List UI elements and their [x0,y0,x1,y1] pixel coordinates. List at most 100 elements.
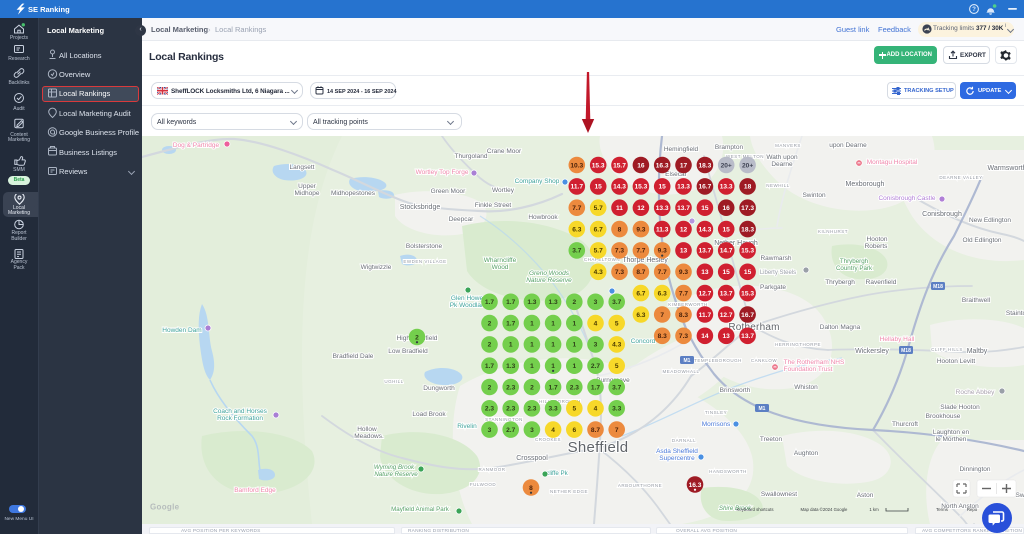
svg-text:8.7: 8.7 [591,427,600,434]
svg-text:16.7: 16.7 [698,184,711,191]
svg-text:13.3: 13.3 [677,184,690,191]
svg-text:New Edlington: New Edlington [969,217,1011,224]
svg-text:6.3: 6.3 [658,290,667,297]
svg-text:Bamford Edge: Bamford Edge [234,487,276,494]
svg-text:Montagu Hospital: Montagu Hospital [867,159,918,166]
svg-text:16.3: 16.3 [689,482,702,489]
svg-text:6.7: 6.7 [636,290,645,297]
svg-text:Rock Formation: Rock Formation [217,415,263,422]
svg-text:15: 15 [659,184,667,191]
svg-text:2.3: 2.3 [506,406,515,413]
svg-text:Google: Google [150,503,180,512]
svg-text:11: 11 [616,205,623,212]
svg-text:13.7: 13.7 [698,248,711,255]
svg-text:Conisbrough Castle: Conisbrough Castle [878,195,935,202]
svg-text:CLIFF HILLS: CLIFF HILLS [931,347,963,352]
svg-text:Bolsterstone: Bolsterstone [406,243,443,250]
svg-text:1: 1 [551,342,555,349]
svg-text:1.3: 1.3 [549,299,558,306]
svg-text:18: 18 [744,184,752,191]
svg-text:14.7: 14.7 [720,248,733,255]
svg-text:10.3: 10.3 [570,162,583,169]
svg-text:Rawmarsh: Rawmarsh [760,255,791,262]
svg-text:Conisbrough: Conisbrough [922,211,962,218]
svg-text:Roberts: Roberts [865,243,889,250]
svg-text:Wharncliffe: Wharncliffe [484,257,517,264]
svg-text:16: 16 [637,162,645,169]
svg-text:2: 2 [488,320,492,327]
svg-text:Swinton: Swinton [802,192,826,199]
svg-text:Roche Abbey: Roche Abbey [956,389,995,396]
svg-text:6.3: 6.3 [572,226,581,233]
svg-text:7.3: 7.3 [615,248,624,255]
svg-text:Warmsworth: Warmsworth [987,165,1024,172]
svg-text:2.3: 2.3 [527,406,536,413]
svg-text:12: 12 [680,226,688,233]
svg-text:7.3: 7.3 [615,269,624,276]
svg-text:1: 1 [509,342,513,349]
svg-text:7.7: 7.7 [658,269,667,276]
svg-text:Thurcroft: Thurcroft [892,421,918,428]
svg-text:MEADOWHALL: MEADOWHALL [662,369,699,374]
svg-text:Hooton Levitt: Hooton Levitt [937,358,975,365]
svg-text:12.7: 12.7 [720,312,733,319]
svg-text:3.7: 3.7 [572,248,581,255]
svg-text:upon Dearne: upon Dearne [829,142,867,149]
svg-text:16: 16 [723,205,731,212]
svg-text:3.7: 3.7 [612,299,621,306]
svg-text:5: 5 [615,363,619,370]
svg-text:1.7: 1.7 [506,299,515,306]
svg-text:1: 1 [572,320,576,327]
svg-text:Hemingfield: Hemingfield [664,146,699,153]
svg-text:Crosspool: Crosspool [516,455,548,462]
svg-text:Mayfield Animal Park: Mayfield Animal Park [391,506,450,513]
svg-text:15: 15 [744,269,752,276]
svg-text:5.7: 5.7 [594,205,603,212]
svg-text:NETHER EDGE: NETHER EDGE [550,489,588,494]
svg-text:Old Edlington: Old Edlington [962,237,1001,244]
svg-text:Thrybergh: Thrybergh [840,258,869,265]
svg-text:1: 1 [530,342,534,349]
svg-text:14.3: 14.3 [698,226,711,233]
svg-text:Nature Reserve: Nature Reserve [374,471,418,478]
svg-text:5: 5 [572,406,576,413]
svg-text:Wath upon: Wath upon [766,154,798,161]
svg-text:MANVERS: MANVERS [775,143,801,148]
svg-text:le Morthen: le Morthen [936,436,967,443]
svg-text:1: 1 [551,320,555,327]
svg-text:EWDEN VILLAGE: EWDEN VILLAGE [403,259,446,264]
svg-text:15: 15 [701,205,709,212]
svg-text:M1: M1 [684,358,691,364]
svg-text:HERRINGTHORPE: HERRINGTHORPE [775,342,821,347]
svg-text:15.3: 15.3 [592,162,605,169]
svg-text:1: 1 [551,363,555,370]
svg-text:Aughton: Aughton [794,450,819,457]
svg-text:2: 2 [488,342,492,349]
svg-text:M1: M1 [759,406,766,412]
svg-text:13: 13 [701,269,709,276]
svg-text:Repo: Repo [967,507,978,512]
svg-text:9.3: 9.3 [679,269,688,276]
svg-text:13: 13 [723,333,731,340]
svg-text:2: 2 [530,384,534,391]
svg-text:1: 1 [530,320,534,327]
svg-text:17.3: 17.3 [741,205,754,212]
svg-text:8.3: 8.3 [679,312,688,319]
svg-text:DEARNE VALLEY: DEARNE VALLEY [939,175,982,180]
svg-text:Ravenfield: Ravenfield [866,279,897,286]
svg-text:?: ? [972,6,976,13]
svg-text:3.3: 3.3 [549,406,558,413]
svg-text:Brinsworth: Brinsworth [720,387,751,394]
svg-text:Asda Sheffield: Asda Sheffield [656,448,698,455]
svg-text:Dog & Partridge: Dog & Partridge [173,142,220,149]
svg-text:Morrisons: Morrisons [702,421,731,428]
svg-text:3.3: 3.3 [612,406,621,413]
svg-text:13.7: 13.7 [720,290,733,297]
svg-text:Wyming Brook: Wyming Brook [374,464,415,471]
svg-text:HANDSWORTH: HANDSWORTH [709,469,747,474]
svg-text:Bradfield Dale: Bradfield Dale [333,353,374,360]
svg-text:Coach and Horses: Coach and Horses [213,408,268,415]
svg-text:Swallownest: Swallownest [761,491,797,498]
svg-text:2: 2 [488,384,492,391]
svg-text:7: 7 [615,427,619,434]
